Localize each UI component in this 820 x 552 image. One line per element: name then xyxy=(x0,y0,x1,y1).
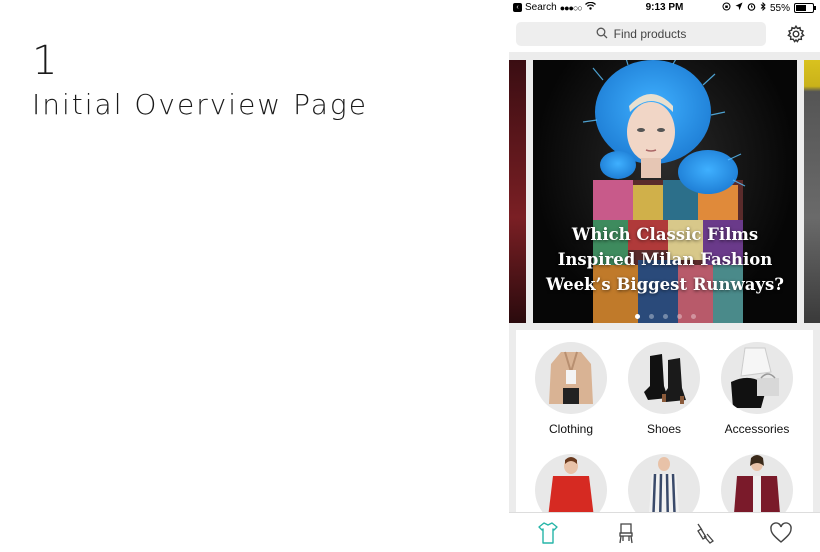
next-slide[interactable] xyxy=(804,60,820,323)
search-input[interactable]: Find products xyxy=(516,22,766,46)
tab-furniture[interactable] xyxy=(614,521,638,545)
status-bar: ‹ Search ●●●○○ 9:13 PM 55% xyxy=(509,0,820,16)
search-placeholder: Find products xyxy=(613,27,687,41)
step-title: Initial Overview Page xyxy=(32,88,368,121)
category-accessories[interactable]: Accessories xyxy=(712,342,802,436)
hero-caption-line: Which Classic Films xyxy=(571,225,759,244)
hero-carousel[interactable]: Which Classic Films Inspired Milan Fashi… xyxy=(509,52,820,328)
phone-screen: ‹ Search ●●●○○ 9:13 PM 55% Find products… xyxy=(509,0,820,552)
page-dot[interactable] xyxy=(676,314,682,319)
bluetooth-icon xyxy=(760,1,766,14)
battery-icon xyxy=(794,3,816,13)
category-label: Accessories xyxy=(724,422,790,436)
coat-icon xyxy=(535,342,607,414)
hero-caption: Which Classic Films Inspired Milan Fashi… xyxy=(539,222,791,297)
tab-clothing[interactable] xyxy=(536,521,560,545)
chair-icon xyxy=(619,523,633,544)
shirt-icon xyxy=(538,522,558,544)
search-row: Find products xyxy=(509,16,820,52)
previous-slide[interactable] xyxy=(509,60,526,323)
annotation: 1 Initial Overview Page xyxy=(32,38,368,124)
lipstick-icon xyxy=(697,523,714,544)
tab-bar xyxy=(509,512,820,552)
category-clothing[interactable]: Clothing xyxy=(526,342,616,436)
location-icon xyxy=(735,2,743,14)
battery-percent: 55% xyxy=(769,2,790,14)
category-shoes[interactable]: Shoes xyxy=(619,342,709,436)
search-icon xyxy=(596,27,608,42)
category-grid: Clothing Shoes Accessories xyxy=(516,330,813,526)
alarm-icon xyxy=(747,2,756,14)
page-indicator xyxy=(533,314,797,319)
page-dot[interactable] xyxy=(648,314,654,319)
orientation-lock-icon xyxy=(722,2,731,14)
handbag-icon xyxy=(721,342,793,414)
page-dot[interactable] xyxy=(634,314,640,319)
step-number: 1 xyxy=(32,38,58,84)
category-label: Clothing xyxy=(548,422,594,436)
heart-icon xyxy=(770,522,792,543)
page-dot[interactable] xyxy=(690,314,696,319)
hero-slide[interactable]: Which Classic Films Inspired Milan Fashi… xyxy=(533,60,797,323)
tab-favorites[interactable] xyxy=(769,521,793,545)
gear-icon[interactable] xyxy=(786,24,806,44)
hero-caption-line: Inspired Milan Fashion xyxy=(557,250,773,269)
page-dot[interactable] xyxy=(662,314,668,319)
hero-caption-line: Week’s Biggest Runways? xyxy=(546,275,784,294)
category-label: Shoes xyxy=(646,422,682,436)
boots-icon xyxy=(628,342,700,414)
tab-beauty[interactable] xyxy=(692,521,716,545)
